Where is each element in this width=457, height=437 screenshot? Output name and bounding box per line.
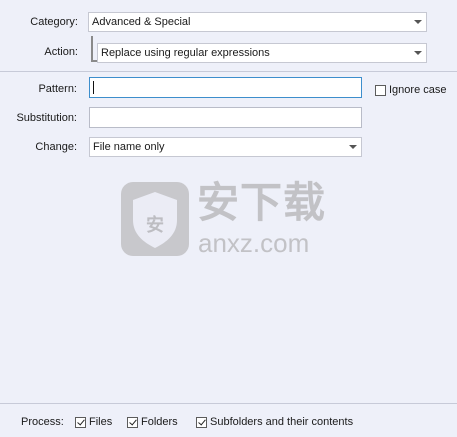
action-value: Replace using regular expressions [101, 47, 270, 59]
pattern-input-box[interactable] [89, 77, 362, 98]
folders-label: Folders [141, 416, 178, 428]
top-separator [0, 71, 457, 72]
text-caret [93, 81, 94, 94]
category-dropdown[interactable]: Advanced & Special [88, 12, 427, 32]
category-label: Category: [30, 16, 78, 28]
bottom-separator [0, 403, 457, 404]
ignore-case-checkbox[interactable] [375, 85, 386, 96]
watermark-cn-text: 安下载 [197, 179, 327, 226]
action-label: Action: [44, 46, 78, 58]
action-dropdown[interactable]: Replace using regular expressions [97, 43, 427, 63]
chevron-down-icon[interactable] [409, 13, 426, 31]
subfolders-checkbox[interactable] [196, 417, 207, 428]
pattern-label: Pattern: [38, 83, 77, 95]
process-label: Process: [21, 416, 64, 428]
ignore-case-label: Ignore case [389, 84, 447, 96]
pattern-input[interactable] [90, 78, 361, 97]
substitution-input-box[interactable] [89, 107, 362, 128]
change-label: Change: [35, 141, 77, 153]
substitution-label: Substitution: [16, 112, 77, 124]
subfolders-label: Subfolders and their contents [210, 416, 354, 428]
change-dropdown[interactable]: File name only [89, 137, 362, 157]
watermark-shield-char: 安 [146, 215, 164, 235]
files-label: Files [89, 416, 113, 428]
category-value: Advanced & Special [92, 16, 191, 28]
chevron-down-icon[interactable] [409, 44, 426, 62]
files-checkbox[interactable] [75, 417, 86, 428]
substitution-input[interactable] [90, 108, 361, 127]
folders-checkbox[interactable] [127, 417, 138, 428]
chevron-down-icon[interactable] [344, 138, 361, 156]
watermark-url-text: anxz.com [198, 228, 310, 258]
change-value: File name only [93, 141, 165, 153]
watermark: 安 安下载 anxz.com [119, 176, 339, 262]
